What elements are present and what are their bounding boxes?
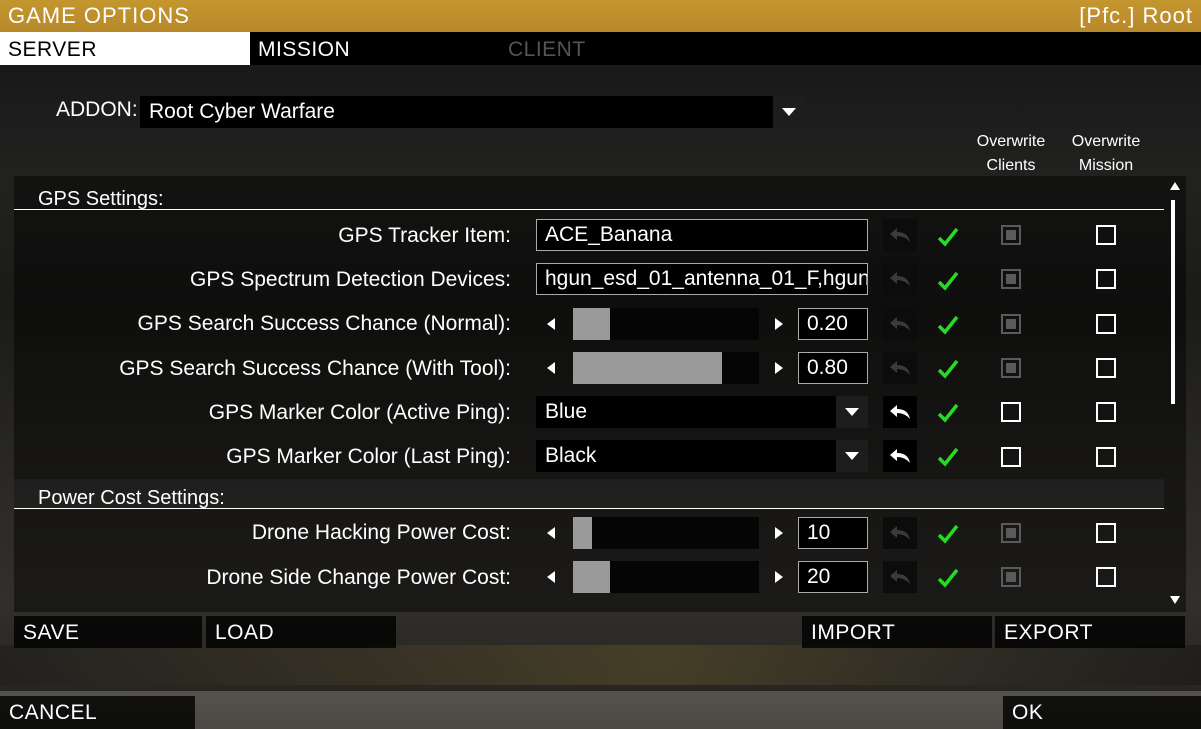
check-icon — [937, 271, 959, 291]
reset-icon[interactable] — [883, 517, 917, 549]
gps-active-color-dropdown[interactable]: Blue — [536, 396, 868, 428]
overwrite-mission-checkbox[interactable] — [1096, 567, 1116, 587]
setting-label: GPS Marker Color (Last Ping): — [226, 445, 511, 468]
save-button[interactable]: SAVE — [14, 616, 202, 648]
settings-scrollbar[interactable] — [1166, 176, 1186, 612]
column-header-overwrite-clients: Overwrite Clients — [976, 133, 1046, 174]
load-button[interactable]: LOAD — [206, 616, 396, 648]
overwrite-mission-checkbox[interactable] — [1096, 225, 1116, 245]
overwrite-clients-checkbox[interactable] — [1001, 402, 1021, 422]
slider-track[interactable] — [573, 308, 759, 340]
overwrite-mission-checkbox[interactable] — [1096, 314, 1116, 334]
setting-label: Drone Side Change Power Cost: — [206, 566, 511, 589]
setting-label: GPS Search Success Chance (Normal): — [137, 312, 511, 335]
arrow-left-icon[interactable] — [536, 561, 566, 593]
overwrite-clients-checkbox[interactable] — [1001, 567, 1021, 587]
arrow-right-icon[interactable] — [764, 561, 794, 593]
drone-hack-slider[interactable] — [536, 517, 788, 549]
scroll-thumb[interactable] — [1168, 200, 1180, 580]
drone-side-value[interactable]: 20 — [798, 561, 868, 593]
reset-icon[interactable] — [883, 440, 917, 472]
reset-icon[interactable] — [883, 263, 917, 295]
ok-button[interactable]: OK — [1003, 696, 1201, 729]
check-icon — [937, 227, 959, 247]
arrow-right-icon[interactable] — [764, 352, 794, 384]
section-title: GPS Settings: — [38, 188, 164, 210]
tab-bar: SERVER MISSION CLIENT — [0, 32, 1201, 65]
arrow-left-icon[interactable] — [536, 517, 566, 549]
check-icon — [937, 403, 959, 423]
overwrite-mission-checkbox[interactable] — [1096, 447, 1116, 467]
chevron-down-icon[interactable] — [836, 396, 868, 428]
cancel-button[interactable]: CANCEL — [0, 696, 195, 729]
overwrite-mission-checkbox[interactable] — [1096, 523, 1116, 543]
reset-icon[interactable] — [883, 561, 917, 593]
arrow-left-icon[interactable] — [536, 352, 566, 384]
gps-last-color-dropdown[interactable]: Black — [536, 440, 868, 472]
arrow-right-icon[interactable] — [764, 517, 794, 549]
drone-side-slider[interactable] — [536, 561, 788, 593]
column-header-overwrite-mission: Overwrite Mission — [1071, 133, 1141, 174]
gps-tracker-item-field[interactable]: ACE_Banana — [536, 219, 868, 251]
section-header-power: Power Cost Settings: — [14, 479, 1164, 509]
gps-tool-slider[interactable] — [536, 352, 788, 384]
reset-icon[interactable] — [883, 219, 917, 251]
gps-tool-value[interactable]: 0.80 — [798, 352, 868, 384]
arrow-right-icon[interactable] — [764, 308, 794, 340]
scroll-up-icon[interactable] — [1170, 182, 1180, 190]
tab-mission[interactable]: MISSION — [250, 32, 500, 65]
slider-track[interactable] — [573, 561, 759, 593]
window-title: GAME OPTIONS — [8, 3, 190, 28]
section-header-gps: GPS Settings: — [14, 180, 1164, 210]
export-button[interactable]: EXPORT — [995, 616, 1185, 648]
setting-label: GPS Spectrum Detection Devices: — [190, 268, 511, 291]
section-title: Power Cost Settings: — [38, 487, 225, 509]
player-name: [Pfc.] Root — [1079, 3, 1193, 28]
gps-spectrum-devices-field[interactable]: hgun_esd_01_antenna_01_F,hgun_ — [536, 263, 868, 295]
overwrite-clients-checkbox[interactable] — [1001, 358, 1021, 378]
check-icon — [937, 447, 959, 467]
tab-client[interactable]: CLIENT — [500, 32, 750, 65]
check-icon — [937, 315, 959, 335]
reset-icon[interactable] — [883, 308, 917, 340]
slider-track[interactable] — [573, 352, 759, 384]
overwrite-clients-checkbox[interactable] — [1001, 447, 1021, 467]
overwrite-clients-checkbox[interactable] — [1001, 314, 1021, 334]
overwrite-mission-checkbox[interactable] — [1096, 269, 1116, 289]
chevron-down-icon[interactable] — [836, 440, 868, 472]
overwrite-mission-checkbox[interactable] — [1096, 402, 1116, 422]
arrow-left-icon[interactable] — [536, 308, 566, 340]
setting-label: GPS Tracker Item: — [338, 224, 511, 247]
overwrite-mission-checkbox[interactable] — [1096, 358, 1116, 378]
setting-label: GPS Search Success Chance (With Tool): — [119, 357, 511, 380]
overwrite-clients-checkbox[interactable] — [1001, 225, 1021, 245]
import-button[interactable]: IMPORT — [802, 616, 992, 648]
check-icon — [937, 524, 959, 544]
overwrite-clients-checkbox[interactable] — [1001, 269, 1021, 289]
tab-server[interactable]: SERVER — [0, 32, 250, 65]
reset-icon[interactable] — [883, 396, 917, 428]
addon-value: Root Cyber Warfare — [149, 100, 335, 123]
dropdown-value: Black — [545, 444, 597, 467]
dropdown-value: Blue — [545, 400, 588, 423]
overwrite-clients-checkbox[interactable] — [1001, 523, 1021, 543]
gps-normal-value[interactable]: 0.20 — [798, 308, 868, 340]
scroll-down-icon[interactable] — [1170, 596, 1180, 604]
drone-hack-value[interactable]: 10 — [798, 517, 868, 549]
addon-label: ADDON: — [56, 98, 138, 121]
gps-normal-slider[interactable] — [536, 308, 788, 340]
slider-track[interactable] — [573, 517, 759, 549]
reset-icon[interactable] — [883, 352, 917, 384]
check-icon — [937, 568, 959, 588]
check-icon — [937, 359, 959, 379]
setting-label: GPS Marker Color (Active Ping): — [208, 401, 511, 424]
setting-label: Drone Hacking Power Cost: — [251, 521, 511, 544]
chevron-down-icon[interactable] — [773, 96, 805, 128]
title-bar: GAME OPTIONS [Pfc.] Root — [0, 0, 1201, 32]
addon-dropdown[interactable]: Root Cyber Warfare — [140, 96, 805, 128]
